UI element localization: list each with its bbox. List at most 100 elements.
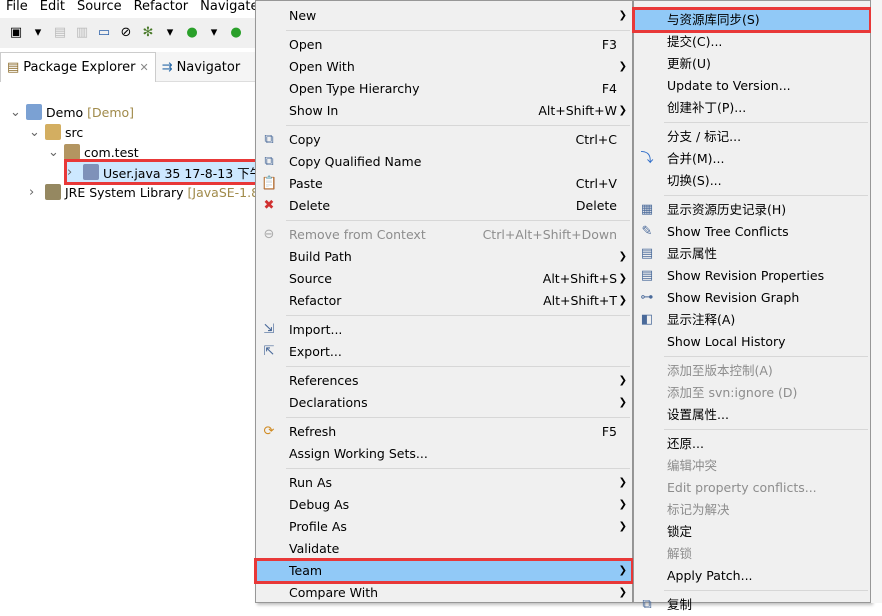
menu-item-source[interactable]: Source Alt+Shift+S ❯ [256, 268, 632, 290]
chevron-right-icon: ❯ [618, 521, 627, 532]
menu-item-debug-as[interactable]: Debug As ❯ [256, 494, 632, 516]
chevron-down-icon[interactable]: ⌄ [29, 125, 41, 140]
save-icon[interactable]: ▤ [52, 25, 68, 41]
tree-item-label: User.java 35 17-8-13 下午 [103, 165, 263, 181]
menu-item-label: Validate [289, 541, 340, 556]
menu-item-paste[interactable]: 📋 Paste Ctrl+V [256, 173, 632, 195]
context-menu: New ❯ Open F3 Open With ❯ Open Type Hierarchy F… [254, 0, 634, 604]
remove-context-icon: ⊖ [263, 227, 275, 242]
menu-item-u[interactable]: 更新(U) [634, 53, 870, 75]
shortcut-label: Ctrl+V [575, 176, 617, 191]
menu-item-build-path[interactable]: Build Path ❯ [256, 246, 632, 268]
menu-refactor[interactable]: Refactor [128, 0, 195, 16]
menu-item-open-with[interactable]: Open With ❯ [256, 56, 632, 78]
menu-item-show-tree-conflicts[interactable]: ✎ Show Tree Conflicts [634, 221, 870, 243]
tree-item[interactable]: › JRE System Library [JavaSE-1.8] [29, 182, 264, 202]
save-all-icon[interactable]: ▥ [74, 25, 90, 41]
menu-item-new[interactable]: New ❯ [256, 5, 632, 27]
menu-item-label: 合并(M)... [667, 151, 725, 166]
terminal-icon[interactable]: ▭ [96, 25, 112, 41]
debug-icon[interactable]: ✻ [140, 25, 156, 41]
menu-item-profile-as[interactable]: Profile As ❯ [256, 516, 632, 538]
menu-item-delete[interactable]: ✖ Delete Delete [256, 195, 632, 217]
menu-item-p[interactable]: 创建补丁(P)... [634, 97, 870, 119]
menu-item-s[interactable]: 与资源库同步(S) [632, 7, 872, 33]
team-submenu: 与资源库同步(S) 提交(C)... 更新(U) Update to Version.… [632, 0, 872, 612]
menu-item-label: Copy [289, 132, 321, 147]
tree-item[interactable]: ⌄ Demo [Demo] [10, 102, 134, 122]
menu-item-h[interactable]: ▦ 显示资源历史记录(H) [634, 199, 870, 221]
menu-item-svn-ignore-d: 添加至 svn:ignore (D) [634, 382, 870, 404]
package-explorer-icon: ▤ [7, 60, 20, 75]
run-icon[interactable]: ● [184, 25, 200, 41]
menu-item-team[interactable]: Team ❯ [254, 558, 634, 584]
menu-edit[interactable]: Edit [34, 0, 71, 16]
chevron-down-icon[interactable]: ⌄ [10, 105, 22, 120]
menu-item-item-20[interactable]: 设置属性... [634, 404, 870, 426]
menu-item-validate[interactable]: Validate [256, 538, 632, 560]
menu-separator [256, 363, 632, 370]
history-icon: ▦ [640, 202, 654, 217]
menu-item-show-local-history[interactable]: Show Local History [634, 331, 870, 353]
run-external-icon[interactable]: ● [228, 25, 244, 41]
menu-item-a[interactable]: ◧ 显示注释(A) [634, 309, 870, 331]
dropdown-icon[interactable]: ▾ [30, 25, 46, 41]
menu-item-show-revision-properties[interactable]: ▤ Show Revision Properties [634, 265, 870, 287]
menu-item-item-25: 标记为解决 [634, 499, 870, 521]
skip-breakpoints-icon[interactable]: ⊘ [118, 25, 134, 41]
menu-item-m[interactable]: ⤵ 合并(M)... [634, 148, 870, 170]
menu-item-item-6[interactable]: 分支 / 标记... [634, 126, 870, 148]
dropdown-icon[interactable]: ▾ [206, 25, 222, 41]
menu-navigate[interactable]: Navigate [194, 0, 264, 16]
menu-item-open-type-hierarchy[interactable]: Open Type Hierarchy F4 [256, 78, 632, 100]
menu-item-copy-qualified-name[interactable]: ⧉ Copy Qualified Name [256, 151, 632, 173]
tab-navigator[interactable]: ⇉ Navigator [156, 52, 247, 82]
tab-package-explorer[interactable]: ▤ Package Explorer ✕ [0, 52, 156, 82]
close-icon[interactable]: ✕ [139, 61, 148, 74]
menu-file[interactable]: File [0, 0, 34, 16]
menu-item-references[interactable]: References ❯ [256, 370, 632, 392]
menu-item-label: Compare With [289, 585, 379, 600]
menu-item-refresh[interactable]: ⟳ Refresh F5 [256, 421, 632, 443]
menu-item-item-26[interactable]: 锁定 [634, 521, 870, 543]
menu-item-open[interactable]: Open F3 [256, 34, 632, 56]
menu-item-declarations[interactable]: Declarations ❯ [256, 392, 632, 414]
menu-item-label: Refactor [289, 293, 342, 308]
chevron-right-icon: ❯ [618, 61, 627, 72]
menu-item-label: Open Type Hierarchy [289, 81, 420, 96]
menu-item-copy[interactable]: ⧉ Copy Ctrl+C [256, 129, 632, 151]
chevron-down-icon[interactable]: ⌄ [48, 145, 60, 160]
tree-item[interactable]: › User.java 35 17-8-13 下午 [63, 159, 269, 185]
menu-item-item-12[interactable]: ▤ 显示属性 [634, 243, 870, 265]
menu-item-label: Run As [289, 475, 333, 490]
tree-item-label: com.test [84, 144, 139, 160]
menu-item-c[interactable]: 提交(C)... [634, 31, 870, 53]
menu-separator [256, 312, 632, 319]
shortcut-label: Ctrl+C [575, 132, 617, 147]
menu-item-update-to-version[interactable]: Update to Version... [634, 75, 870, 97]
menu-item-label: 添加至版本控制(A) [667, 363, 773, 378]
menu-item-label: Refresh [289, 424, 337, 439]
menu-item-label: Paste [289, 176, 323, 191]
menu-item-show-revision-graph[interactable]: ⊶ Show Revision Graph [634, 287, 870, 309]
menu-item-show-in[interactable]: Show In Alt+Shift+W ❯ [256, 100, 632, 122]
menu-item-item-22[interactable]: 还原... [634, 433, 870, 455]
dropdown-icon[interactable]: ▾ [162, 25, 178, 41]
chevron-right-icon: ❯ [618, 105, 627, 116]
tree-item[interactable]: ⌄ src [29, 122, 83, 142]
menu-item-assign-working-sets[interactable]: Assign Working Sets... [256, 443, 632, 465]
tree-item[interactable]: ⌄ com.test [48, 142, 139, 162]
menu-item-export[interactable]: ⇱ Export... [256, 341, 632, 363]
menu-item-import[interactable]: ⇲ Import... [256, 319, 632, 341]
menu-item-apply-patch[interactable]: Apply Patch... [634, 565, 870, 587]
menu-item-run-as[interactable]: Run As ❯ [256, 472, 632, 494]
menu-item-s[interactable]: 切换(S)... [634, 170, 870, 192]
menu-source[interactable]: Source [71, 0, 128, 16]
chevron-right-icon[interactable]: › [29, 185, 41, 200]
copy-icon: ⧉ [264, 132, 274, 147]
menu-item-refactor[interactable]: Refactor Alt+Shift+T ❯ [256, 290, 632, 312]
menu-item-item-30[interactable]: ⧉ 复制 [634, 594, 870, 616]
chevron-right-icon[interactable]: › [67, 165, 79, 180]
menu-item-compare-with[interactable]: Compare With ❯ [256, 582, 632, 604]
new-icon[interactable]: ▣ [8, 25, 24, 41]
